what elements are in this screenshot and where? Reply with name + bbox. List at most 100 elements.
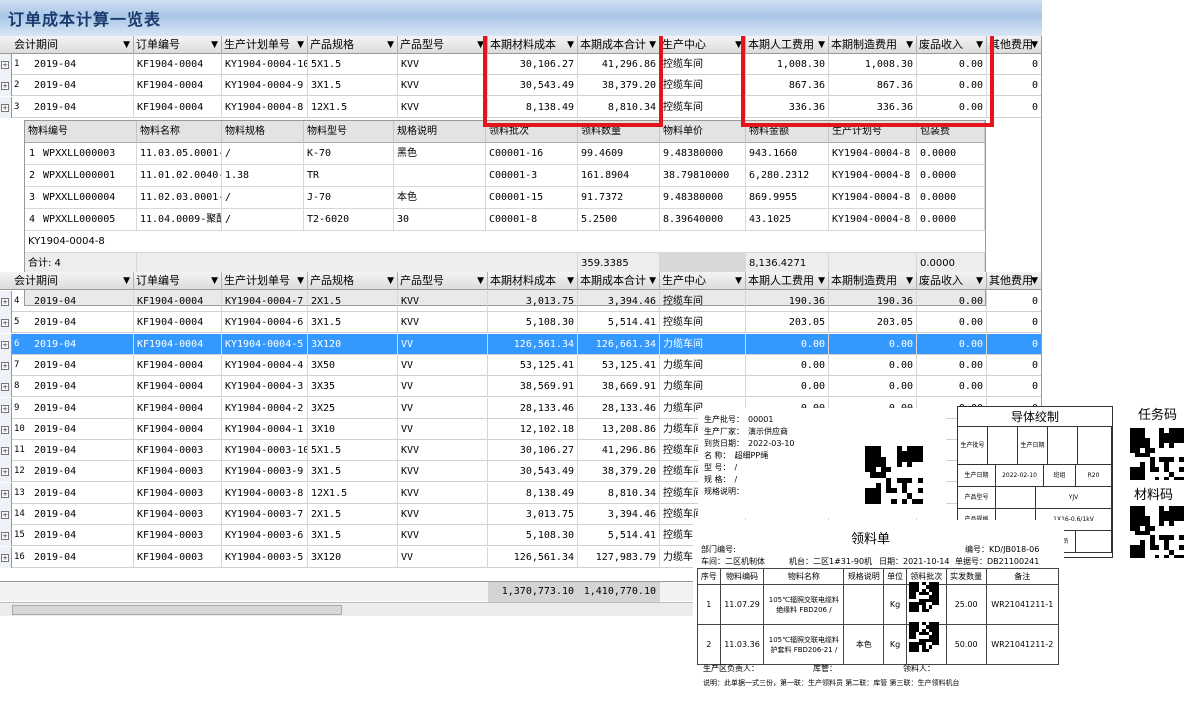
filter-icon[interactable]: ▼ xyxy=(818,272,825,290)
scroll-thumb[interactable] xyxy=(12,605,342,615)
cell-other: 0 xyxy=(987,355,1041,376)
top-col-1[interactable]: 订单编号 ▼ xyxy=(134,36,222,54)
guide-cell: 生产批号 xyxy=(958,427,988,465)
expand-icon[interactable]: + xyxy=(1,103,9,112)
top-col-3[interactable]: 产品规格 ▼ xyxy=(308,36,398,54)
grid-header-2: 会计期间 ▼ 订单编号 ▼ 生产计划单号 ▼ 产品规格 ▼ 产品型号 ▼ 本期材料成本 ▼ 本期成本合计… xyxy=(0,272,1041,290)
column-label: 产品规格 xyxy=(310,38,354,51)
expand-icon[interactable]: + xyxy=(1,383,9,392)
row-indicator[interactable]: + xyxy=(0,546,12,568)
filter-icon[interactable]: ▼ xyxy=(123,36,130,54)
top-col-11[interactable]: 其他费用 ▼ xyxy=(987,36,1041,54)
filter-icon[interactable]: ▼ xyxy=(649,272,656,290)
expand-icon[interactable]: + xyxy=(1,404,9,413)
detail-row[interactable]: 1 WPXXLL000003 11.03.05.0001-70/K-70黑色C000… xyxy=(25,143,985,165)
bottom-col-2[interactable]: 生产计划单号 ▼ xyxy=(222,272,308,290)
row-indicator[interactable]: + xyxy=(0,418,12,440)
row-indicator[interactable]: + xyxy=(0,482,12,504)
row-indicator[interactable]: + xyxy=(0,354,12,376)
bottom-col-1[interactable]: 订单编号 ▼ xyxy=(134,272,222,290)
filter-icon[interactable]: ▼ xyxy=(567,272,574,290)
row-indicator[interactable]: + xyxy=(0,376,12,398)
top-col-7[interactable]: 生产中心 ▼ xyxy=(660,36,746,54)
bottom-col-5[interactable]: 本期材料成本 ▼ xyxy=(488,272,578,290)
detail-cell-pack: 0.0000 xyxy=(917,165,985,187)
detail-row[interactable]: 3 WPXXLL000004 11.02.03.0001-70/J-70本色C000… xyxy=(25,187,985,209)
cell-scrap: 0.00 xyxy=(917,376,987,398)
top-col-4[interactable]: 产品型号 ▼ xyxy=(398,36,488,54)
top-col-0[interactable]: 会计期间 ▼ xyxy=(12,36,134,54)
cell-other: 0 xyxy=(987,291,1041,312)
row-indicator[interactable]: + xyxy=(0,291,12,312)
bottom-col-10[interactable]: 废品收入 ▼ xyxy=(917,272,987,290)
pick-sign-head: 生产区负责人： xyxy=(703,664,759,673)
filter-icon[interactable]: ▼ xyxy=(211,272,218,290)
filter-icon[interactable]: ▼ xyxy=(1031,36,1038,54)
row-indicator[interactable]: + xyxy=(0,333,12,355)
expand-icon[interactable]: + xyxy=(1,468,9,477)
detail-col-7[interactable]: 物料单价 xyxy=(660,121,746,143)
expand-icon[interactable]: + xyxy=(1,425,9,434)
row-indicator[interactable]: + xyxy=(0,440,12,462)
filter-icon[interactable]: ▼ xyxy=(297,272,304,290)
expand-icon[interactable]: + xyxy=(1,361,9,370)
table-row[interactable]: +5 2019-04 KF1904-0004 KY1904-0004-6 3X1.5 KV… xyxy=(0,312,1041,334)
pick-cell: WR21041211-2 xyxy=(985,624,1060,665)
bottom-col-3[interactable]: 产品规格 ▼ xyxy=(308,272,398,290)
expand-icon[interactable]: + xyxy=(1,340,9,349)
detail-col-0[interactable]: 物料编号 xyxy=(25,121,137,143)
row-indicator[interactable]: + xyxy=(0,525,12,547)
bottom-col-6[interactable]: 本期成本合计 ▼ xyxy=(578,272,660,290)
filter-icon[interactable]: ▼ xyxy=(477,272,484,290)
bottom-col-9[interactable]: 本期制造费用 ▼ xyxy=(829,272,917,290)
filter-icon[interactable]: ▼ xyxy=(387,36,394,54)
expand-icon[interactable]: + xyxy=(1,553,9,562)
row-indicator[interactable]: + xyxy=(0,75,12,97)
row-indicator[interactable]: + xyxy=(0,96,12,118)
row-indicator[interactable]: + xyxy=(0,312,12,334)
pick-cell: 1 xyxy=(697,584,721,625)
bottom-col-11[interactable]: 其他费用 ▼ xyxy=(987,272,1041,290)
filter-icon[interactable]: ▼ xyxy=(387,272,394,290)
row-indicator[interactable]: + xyxy=(0,397,12,419)
detail-row[interactable]: 4 WPXXLL000005 11.04.0009-聚酯 / T2-6020 30 C000… xyxy=(25,209,985,231)
filter-icon[interactable]: ▼ xyxy=(976,272,983,290)
detail-cell-code: WPXXLL000003 xyxy=(43,148,116,159)
expand-icon[interactable]: + xyxy=(1,298,9,306)
row-indicator[interactable]: + xyxy=(0,504,12,525)
cell-model: KVV xyxy=(398,525,488,547)
detail-col-4[interactable]: 规格说明 xyxy=(394,121,486,143)
filter-icon[interactable]: ▼ xyxy=(123,272,130,290)
expand-icon[interactable]: + xyxy=(1,532,9,541)
cell-model: VV xyxy=(398,546,488,568)
table-row[interactable]: +8 2019-04 KF1904-0004 KY1904-0004-3 3X35 VV 3… xyxy=(0,376,1041,398)
row-indicator[interactable]: + xyxy=(0,54,12,75)
top-col-2[interactable]: 生产计划单号 ▼ xyxy=(222,36,308,54)
bottom-col-4[interactable]: 产品型号 ▼ xyxy=(398,272,488,290)
detail-cell-price: 38.79810000 xyxy=(660,165,746,187)
table-row[interactable]: +7 2019-04 KF1904-0004 KY1904-0004-4 3X50 VV 5… xyxy=(0,354,1041,376)
table-row[interactable]: +4 2019-04 KF1904-0004 KY1904-0004-7 2X1.5 KV… xyxy=(0,291,1041,312)
expand-icon[interactable]: + xyxy=(1,319,9,328)
filter-icon[interactable]: ▼ xyxy=(906,272,913,290)
bottom-col-7[interactable]: 生产中心 ▼ xyxy=(660,272,746,290)
expand-icon[interactable]: + xyxy=(1,82,9,91)
bottom-col-8[interactable]: 本期人工费用 ▼ xyxy=(746,272,829,290)
detail-row[interactable]: 2 WPXXLL000001 11.01.02.0040-裸1.38TR C00001… xyxy=(25,165,985,187)
detail-cell-batch: C00001-3 xyxy=(486,165,578,187)
filter-icon[interactable]: ▼ xyxy=(211,36,218,54)
expand-icon[interactable]: + xyxy=(1,489,9,498)
filter-icon[interactable]: ▼ xyxy=(1031,272,1038,290)
expand-icon[interactable]: + xyxy=(1,447,9,456)
detail-col-1[interactable]: 物料名称 xyxy=(137,121,222,143)
expand-icon[interactable]: + xyxy=(1,511,9,519)
bottom-col-0[interactable]: 会计期间 ▼ xyxy=(12,272,134,290)
expand-icon[interactable]: + xyxy=(1,61,9,69)
filter-icon[interactable]: ▼ xyxy=(735,272,742,290)
column-label: 生产中心 xyxy=(662,38,706,51)
detail-col-2[interactable]: 物料规格 xyxy=(222,121,304,143)
table-row[interactable]: +6 2019-04 KF1904-0004 KY1904-0004-5 3X120 VV… xyxy=(0,333,1041,355)
detail-col-3[interactable]: 物料型号 xyxy=(304,121,394,143)
filter-icon[interactable]: ▼ xyxy=(297,36,304,54)
row-indicator[interactable]: + xyxy=(0,461,12,483)
